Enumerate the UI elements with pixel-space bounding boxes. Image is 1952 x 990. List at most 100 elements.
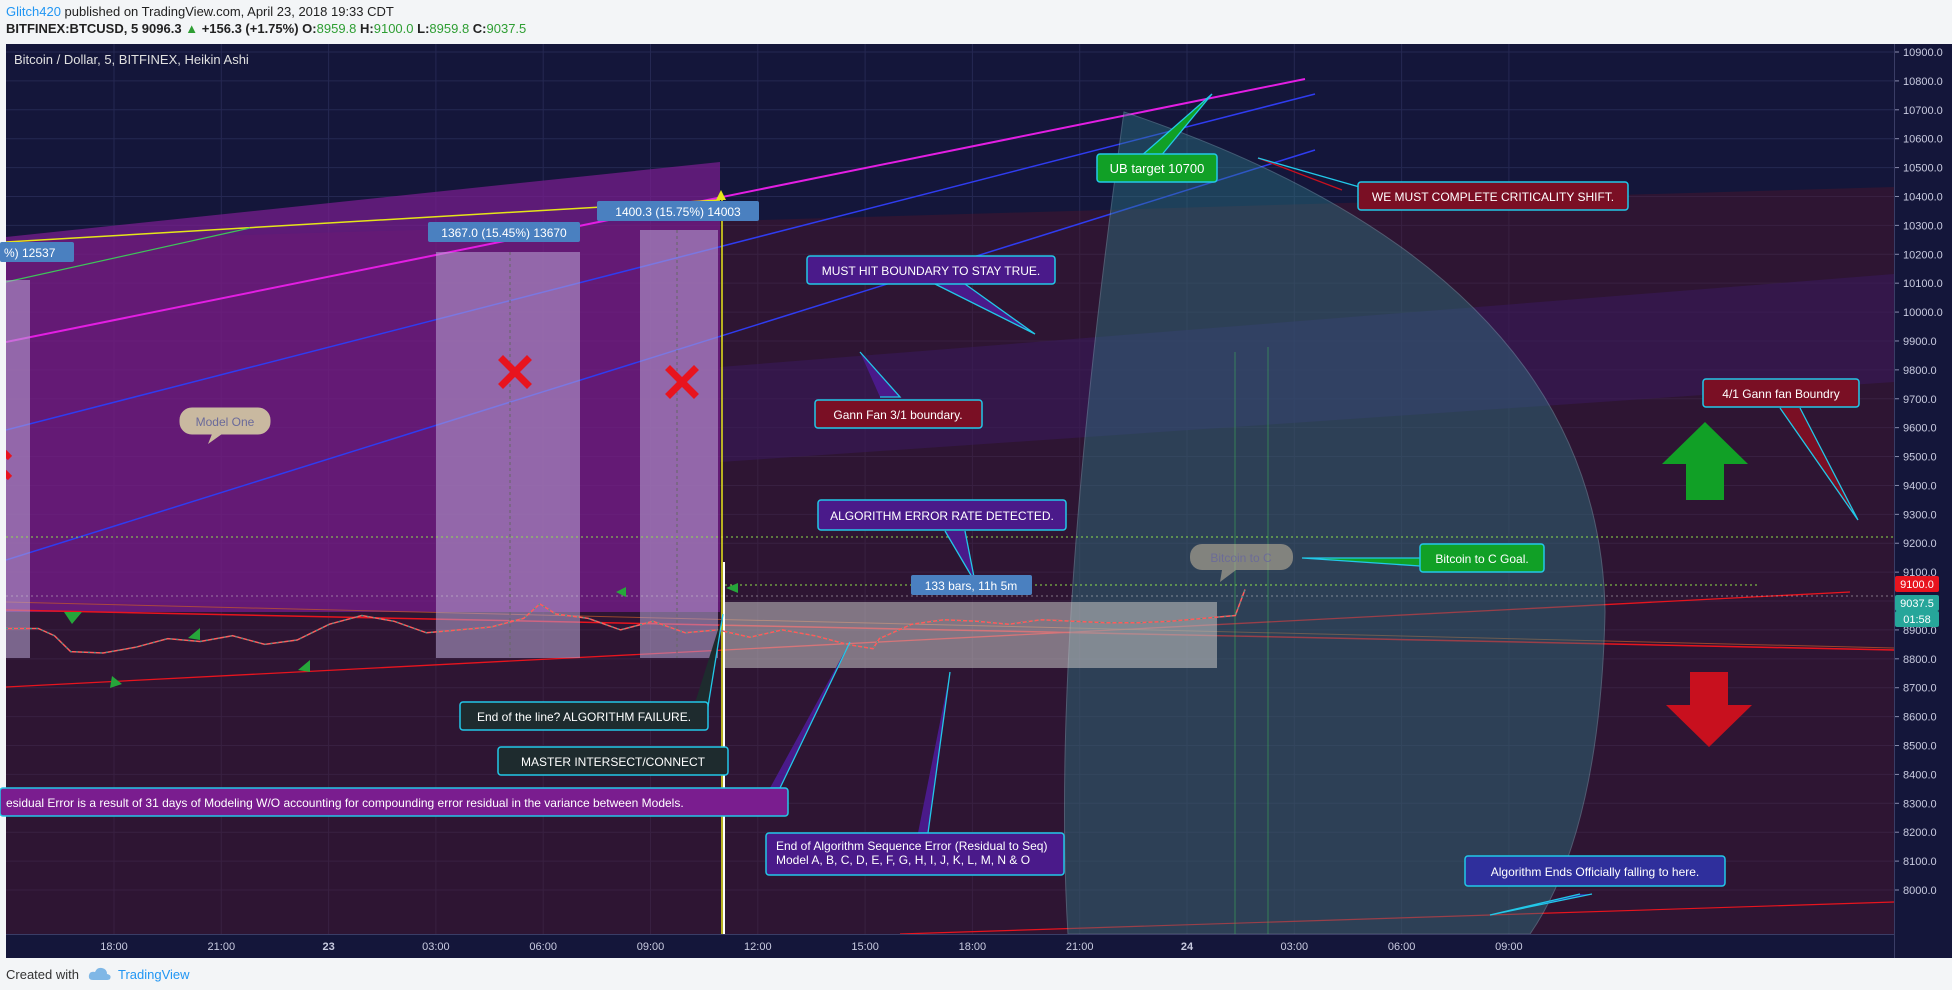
- bitcoin-c-ghost-text: Bitcoin to C: [1210, 551, 1272, 565]
- time-axis-divider: [6, 934, 1894, 935]
- annotation-criticality[interactable]: WE MUST COMPLETE CRITICALITY SHIFT.: [1357, 181, 1629, 211]
- time-tick-label: 12:00: [744, 941, 772, 953]
- price-tick-label: 10500.0: [1903, 163, 1943, 175]
- gann-31-text: Gann Fan 3/1 boundary.: [833, 408, 962, 422]
- model-one-text: Model One: [196, 415, 255, 429]
- measure-label-2: 1400.3 (15.75%) 14003: [615, 205, 741, 219]
- time-tick-label: 15:00: [851, 941, 879, 953]
- annotation-master[interactable]: MASTER INTERSECT/CONNECT: [497, 746, 729, 776]
- master-text: MASTER INTERSECT/CONNECT: [521, 755, 706, 769]
- price-tick-label: 10200.0: [1903, 249, 1943, 261]
- price-tick-label: 8700.0: [1903, 683, 1937, 695]
- tradingview-link[interactable]: TradingView: [118, 967, 190, 982]
- author-link[interactable]: Glitch420: [6, 4, 61, 19]
- time-tick-label: 18:00: [959, 941, 987, 953]
- time-tick-label: 09:00: [1495, 941, 1523, 953]
- algo-error-text: ALGORITHM ERROR RATE DETECTED.: [830, 509, 1054, 523]
- time-tick-label: 21:00: [208, 941, 236, 953]
- price-chart[interactable]: 10900.0 10800.0 10700.0 10600.0 10500.0 10400…: [0, 42, 1952, 958]
- time-tick-label: 03:00: [1281, 941, 1309, 953]
- measure-label-3: 133 bars, 11h 5m: [925, 579, 1018, 593]
- measure-rect-3: [725, 602, 1217, 668]
- publish-line: Glitch420 published on TradingView.com, …: [6, 4, 394, 19]
- time-tick-label: 06:00: [1388, 941, 1416, 953]
- annotation-algo-error[interactable]: ALGORITHM ERROR RATE DETECTED.: [817, 499, 1067, 531]
- price-tick-label: 10000.0: [1903, 307, 1943, 319]
- annotation-gann-31[interactable]: Gann Fan 3/1 boundary.: [814, 399, 983, 429]
- price-tick-label: 8300.0: [1903, 798, 1937, 810]
- price-tick-label: 9200.0: [1903, 538, 1937, 550]
- tradingview-cloud-icon: [88, 967, 111, 980]
- annotation-residual[interactable]: esidual Error is a result of 31 days of …: [0, 787, 789, 817]
- measure-rect-1: [436, 252, 580, 658]
- price-change: +156.3 (+1.75%): [201, 21, 299, 36]
- price-tick-label: 10700.0: [1903, 105, 1943, 117]
- price-tick-label: 9700.0: [1903, 394, 1937, 406]
- price-tick-label: 10800.0: [1903, 76, 1943, 88]
- bitcoin-c-goal-text: Bitcoin to C Goal.: [1435, 552, 1528, 566]
- price-axis-markers: 9100.0 9037.5 01:58: [1895, 576, 1939, 627]
- high-label: H:: [360, 21, 374, 36]
- footer: Created with TradingView: [0, 958, 1952, 990]
- annotation-end-line[interactable]: End of the line? ALGORITHM FAILURE.: [459, 701, 709, 731]
- price-tick-label: 8200.0: [1903, 827, 1937, 839]
- symbol-name[interactable]: BITFINEX:BTCUSD, 5: [6, 21, 138, 36]
- symbol-line: BITFINEX:BTCUSD, 5 9096.3 ▲ +156.3 (+1.7…: [6, 21, 526, 36]
- measure-rect-2: [640, 230, 718, 658]
- price-tick-label: 8000.0: [1903, 885, 1937, 897]
- measure-label-0: %) 12537: [4, 246, 56, 260]
- created-with-text: Created with: [6, 967, 79, 982]
- low-value: 8959.8: [429, 21, 470, 36]
- time-tick-label: 18:00: [100, 941, 128, 953]
- price-tick-label: 10400.0: [1903, 191, 1943, 203]
- measure-rect-0: [6, 280, 30, 658]
- time-tick-label: 24: [1181, 941, 1194, 953]
- annotation-must-hit[interactable]: MUST HIT BOUNDARY TO STAY TRUE.: [806, 255, 1056, 285]
- price-tick-label: 8800.0: [1903, 654, 1937, 666]
- price-tick-label: 9900.0: [1903, 336, 1937, 348]
- price-tick-label: 9400.0: [1903, 480, 1937, 492]
- price-tick-label: 8500.0: [1903, 741, 1937, 753]
- price-tick-label: 9600.0: [1903, 423, 1937, 435]
- last-price-marker-text: 9037.5: [1900, 598, 1934, 610]
- price-tick-label: 9500.0: [1903, 452, 1937, 464]
- price-tick-label: 9300.0: [1903, 509, 1937, 521]
- price-axis-background: [1894, 44, 1952, 958]
- countdown-marker-text: 01:58: [1903, 614, 1931, 626]
- close-label: C:: [472, 21, 487, 36]
- annotation-algo-ends[interactable]: Algorithm Ends Officially falling to her…: [1464, 855, 1726, 887]
- gann-41-text: 4/1 Gann fan Boundry: [1722, 387, 1839, 401]
- time-tick-label: 09:00: [637, 941, 665, 953]
- price-tick-label: 9800.0: [1903, 365, 1937, 377]
- ub-target-text: UB target 10700: [1110, 161, 1205, 176]
- criticality-text: WE MUST COMPLETE CRITICALITY SHIFT.: [1372, 190, 1614, 204]
- price-axis-divider: [1894, 44, 1895, 958]
- time-tick-label: 06:00: [529, 941, 557, 953]
- annotation-end-seq[interactable]: End of Algorithm Sequence Error (Residua…: [765, 832, 1065, 876]
- time-axis-background: [6, 934, 1894, 958]
- time-tick-label: 21:00: [1066, 941, 1094, 953]
- time-tick-label: 23: [322, 941, 334, 953]
- must-hit-text: MUST HIT BOUNDARY TO STAY TRUE.: [822, 264, 1041, 278]
- measure-label-1: 1367.0 (15.45%) 13670: [441, 226, 567, 240]
- price-tick-label: 8100.0: [1903, 856, 1937, 868]
- high-value: 9100.0: [373, 21, 414, 36]
- price-tick-label: 8400.0: [1903, 769, 1937, 781]
- annotation-gann-41[interactable]: 4/1 Gann fan Boundry: [1702, 378, 1860, 408]
- up-arrow-icon: ▲: [185, 21, 199, 36]
- end-seq-text-2: Model A, B, C, D, E, F, G, H, I, J, K, L…: [776, 853, 1030, 867]
- annotation-ub-target[interactable]: UB target 10700: [1096, 153, 1218, 183]
- end-line-text: End of the line? ALGORITHM FAILURE.: [477, 710, 691, 724]
- algo-ends-text: Algorithm Ends Officially falling to her…: [1491, 865, 1700, 879]
- high-price-marker-text: 9100.0: [1900, 579, 1934, 591]
- annotation-bitcoin-c-goal[interactable]: Bitcoin to C Goal.: [1419, 543, 1545, 573]
- price-tick-label: 10300.0: [1903, 220, 1943, 232]
- price-tick-label: 8600.0: [1903, 712, 1937, 724]
- residual-text: esidual Error is a result of 31 days of …: [6, 796, 684, 810]
- price-tick-label: 10900.0: [1903, 47, 1943, 59]
- low-label: L:: [417, 21, 430, 36]
- close-value: 9037.5: [486, 21, 527, 36]
- last-price: 9096.3: [141, 21, 182, 36]
- chart-title: Bitcoin / Dollar, 5, BITFINEX, Heikin As…: [14, 52, 249, 67]
- open-label: O:: [302, 21, 317, 36]
